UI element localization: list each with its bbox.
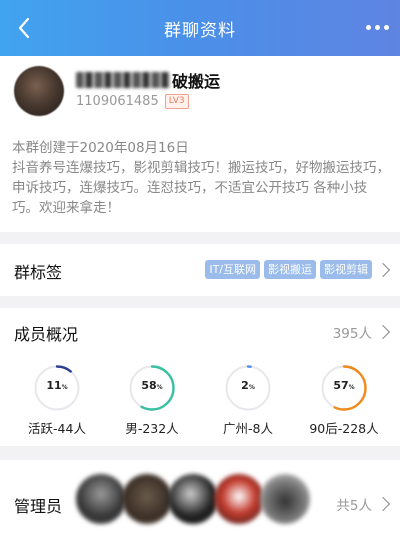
stat-percent: 2%	[241, 379, 255, 392]
group-tags-row[interactable]: 群标签 IT/互联网 影视搬运 影视剪辑	[0, 244, 400, 296]
admin-avatar[interactable]	[214, 474, 264, 524]
back-button[interactable]	[6, 10, 42, 46]
admin-avatar[interactable]	[122, 474, 172, 524]
admin-avatars	[76, 474, 310, 524]
stat-percent: 57%	[333, 379, 355, 392]
admin-count: 共5人	[336, 498, 372, 514]
group-id-row: 1109061485 LV3	[76, 94, 189, 109]
stat-label: 活跃-44人	[28, 421, 86, 436]
admin-avatar[interactable]	[260, 474, 310, 524]
chevron-right-icon	[375, 496, 391, 512]
member-count: 395人	[332, 326, 372, 342]
more-options-button[interactable]	[364, 16, 390, 38]
member-stat: 57% 90后-228人	[296, 364, 392, 437]
blurred-name-text	[76, 72, 170, 88]
description-line-1: 本群创建于2020年08月16日	[12, 140, 189, 156]
tag-list: IT/互联网 影视搬运 影视剪辑	[205, 260, 372, 279]
group-name: 破搬运	[76, 68, 220, 92]
admin-avatar[interactable]	[76, 474, 126, 524]
member-stat: 11% 活跃-44人	[9, 364, 105, 437]
back-icon	[18, 17, 30, 39]
group-name-suffix: 破搬运	[172, 72, 221, 91]
more-dot-icon	[383, 24, 389, 30]
chevron-right-icon	[375, 324, 391, 340]
level-badge: LV3	[164, 94, 189, 109]
tag: 影视剪辑	[320, 260, 372, 279]
chevron-right-icon	[375, 262, 391, 278]
stat-label: 广州-8人	[223, 421, 273, 436]
description-line-2: 抖音养号连爆技巧，影视剪辑技巧！搬运技巧，好物搬运技巧，申诉技巧，连爆技巧。连怼…	[12, 160, 390, 216]
more-dot-icon	[374, 24, 380, 30]
tags-label: 群标签	[14, 263, 63, 282]
tag: 影视搬运	[264, 260, 316, 279]
admin-avatar[interactable]	[168, 474, 218, 524]
admin-section[interactable]: 管理员 共5人	[0, 460, 400, 548]
more-dot-icon	[365, 24, 371, 30]
group-id: 1109061485	[76, 94, 159, 109]
stat-label: 男-232人	[125, 421, 179, 436]
stat-percent: 11%	[46, 379, 68, 392]
members-label: 成员概况	[14, 325, 79, 344]
member-stat: 58% 男-232人	[104, 364, 200, 437]
tag: IT/互联网	[205, 260, 260, 279]
stat-percent: 58%	[141, 379, 163, 392]
top-bar: 群聊资料	[0, 0, 400, 56]
member-overview-section[interactable]: 成员概况 395人 11% 活跃-44人 58% 男-232人 2% 广州-8人 57% 90…	[0, 308, 400, 446]
stat-label: 90后-228人	[309, 421, 379, 436]
admin-label: 管理员	[14, 497, 63, 516]
page-title: 群聊资料	[164, 20, 236, 41]
group-avatar[interactable]	[14, 66, 64, 116]
group-info-card: 破搬运 1109061485 LV3 本群创建于2020年08月16日 抖音养号…	[0, 56, 400, 232]
member-stat: 2% 广州-8人	[200, 364, 296, 437]
group-description: 本群创建于2020年08月16日 抖音养号连爆技巧，影视剪辑技巧！搬运技巧，好物…	[12, 138, 390, 218]
